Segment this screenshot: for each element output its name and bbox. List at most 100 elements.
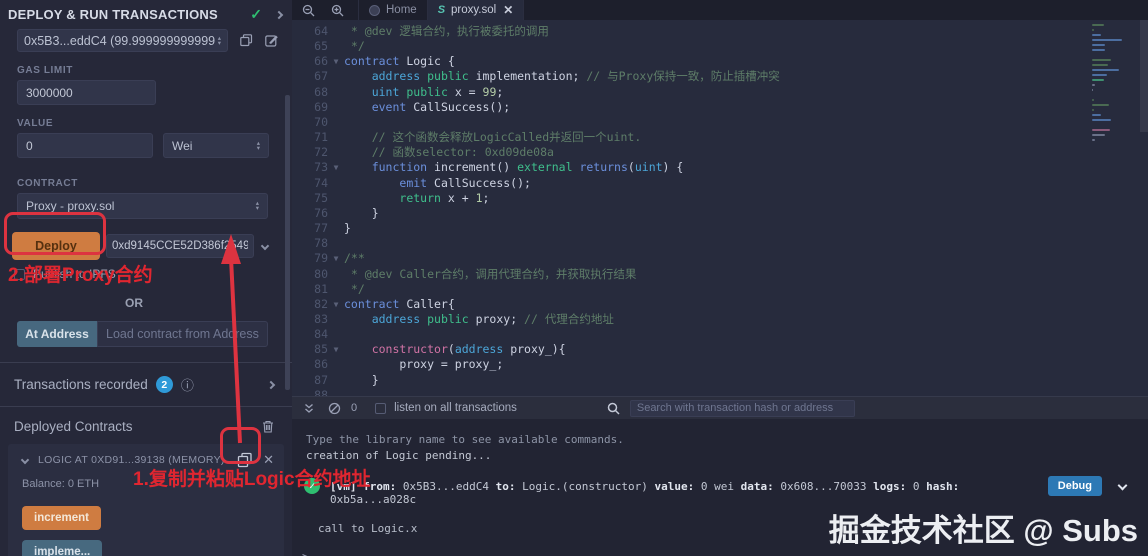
fold-chevron-icon[interactable]: ▼ — [328, 342, 344, 357]
code-line[interactable]: 82 ▼ contract Caller{ — [292, 297, 1148, 312]
fold-chevron-icon[interactable]: ▼ — [328, 160, 344, 175]
tx-success-check-icon: ✓ — [304, 478, 320, 494]
publish-ipfs-checkbox[interactable] — [14, 268, 25, 280]
tab-home-label: Home — [386, 4, 417, 16]
code-line[interactable]: 74 emit CallSuccess(); — [292, 176, 1148, 191]
code-line[interactable]: 72 // 函数selector: 0xd09de08a — [292, 145, 1148, 160]
terminal-header: 0 listen on all transactions — [292, 396, 1148, 419]
copy-account-icon[interactable] — [240, 34, 253, 47]
at-address-input[interactable] — [97, 321, 268, 347]
account-select[interactable]: 0x5B3...eddC4 (99.9999999999998 ▴ ▾ — [17, 29, 228, 52]
deployed-contracts-label: Deployed Contracts — [14, 419, 133, 434]
code-line[interactable]: 69 event CallSuccess(); — [292, 100, 1148, 115]
info-icon[interactable]: ⓘ — [181, 375, 194, 394]
terminal-search-input[interactable] — [629, 399, 855, 417]
code-line[interactable]: 68 uint public x = 99; — [292, 85, 1148, 100]
contract-select[interactable]: Proxy - proxy.sol ▴ ▾ — [17, 193, 268, 219]
collapse-panel-chevron-icon[interactable] — [274, 10, 284, 19]
edit-account-icon[interactable] — [265, 34, 279, 47]
deploy-address-input[interactable] — [106, 234, 254, 258]
transactions-count-badge: 2 — [155, 376, 173, 393]
code-line[interactable]: 84 — [292, 327, 1148, 342]
copy-contract-address-icon[interactable] — [237, 452, 253, 468]
code-line[interactable]: 76 } — [292, 206, 1148, 221]
expand-terminal-icon[interactable] — [304, 403, 314, 414]
zoom-out-icon[interactable] — [302, 4, 315, 17]
increment-function-button[interactable]: increment — [22, 506, 101, 530]
close-tab-icon[interactable]: ✕ — [503, 3, 513, 17]
gas-limit-label: GAS LIMIT — [17, 65, 73, 76]
editor-scrollbar[interactable] — [1140, 20, 1148, 132]
zoom-in-icon[interactable] — [331, 4, 344, 17]
listen-all-transactions-label: listen on all transactions — [394, 402, 517, 414]
listen-all-transactions-checkbox[interactable] — [375, 402, 387, 414]
account-value: 0x5B3...eddC4 (99.9999999999998 — [24, 33, 215, 48]
contract-label: CONTRACT — [17, 178, 78, 189]
value-label: VALUE — [17, 118, 54, 129]
code-line[interactable]: 80 * @dev Caller合约，调用代理合约，并获取执行结果 — [292, 267, 1148, 282]
transactions-expand-chevron-icon[interactable] — [266, 380, 276, 389]
contract-value: Proxy - proxy.sol — [26, 199, 115, 213]
fold-chevron-icon[interactable]: ▼ — [328, 54, 344, 69]
terminal-pending-line: creation of Logic pending... — [306, 449, 492, 462]
code-line[interactable]: 70 — [292, 115, 1148, 130]
value-unit: Wei — [172, 138, 193, 153]
balance-label: Balance: 0 ETH — [22, 478, 100, 490]
panel-scrollbar[interactable] — [285, 95, 290, 390]
transactions-recorded-label: Transactions recorded — [14, 377, 148, 392]
terminal-prompt[interactable]: > — [302, 550, 309, 556]
value-input[interactable] — [17, 133, 153, 158]
code-editor: Home S proxy.sol ✕ 64 * @dev 逻辑合约，执行被委托的… — [292, 0, 1148, 396]
code-line[interactable]: 64 * @dev 逻辑合约，执行被委托的调用 — [292, 24, 1148, 39]
fold-chevron-icon[interactable]: ▼ — [328, 297, 344, 312]
remove-contract-icon[interactable]: ✕ — [263, 452, 274, 468]
home-icon — [369, 4, 380, 16]
code-line[interactable]: 71 // 这个函数会释放LogicCalled并返回一个uint. — [292, 130, 1148, 145]
trash-icon[interactable] — [262, 420, 274, 433]
debug-button[interactable]: Debug — [1047, 476, 1102, 496]
code-line[interactable]: 73 ▼ function increment() external return… — [292, 160, 1148, 175]
deploy-expand-chevron-icon[interactable] — [260, 241, 270, 251]
account-stepper-icon: ▴ ▾ — [217, 34, 221, 47]
publish-ipfs-label: Publish to IPFS — [33, 267, 116, 281]
deployed-contract-title: LOGIC AT 0XD91...39138 (MEMORY) — [38, 454, 225, 466]
tab-home[interactable]: Home — [358, 0, 428, 20]
fold-chevron-icon[interactable]: ▼ — [328, 251, 344, 266]
deploy-button[interactable]: Deploy — [12, 232, 100, 260]
at-address-button[interactable]: At Address — [17, 321, 97, 347]
gas-limit-input[interactable] — [17, 80, 156, 105]
pending-tx-count: 0 — [351, 402, 358, 414]
search-icon — [607, 402, 620, 415]
terminal-hint-line: Type the library name to see available c… — [306, 433, 624, 446]
code-line[interactable]: 85 ▼ constructor(address proxy_){ — [292, 342, 1148, 357]
tab-proxy-sol[interactable]: S proxy.sol ✕ — [427, 0, 525, 20]
code-line[interactable]: 79 ▼/** — [292, 251, 1148, 266]
code-line[interactable]: 83 address public proxy; // 代理合约地址 — [292, 312, 1148, 327]
transaction-log-row[interactable]: ✓ [vm] from: 0x5B3...eddC4 to: Logic.(co… — [304, 476, 1148, 506]
contract-stepper-icon: ▴ ▾ — [255, 200, 259, 212]
panel-title: DEPLOY & RUN TRANSACTIONS — [8, 7, 218, 22]
code-line[interactable]: 87 } — [292, 373, 1148, 388]
tx-expand-chevron-icon[interactable] — [1117, 480, 1128, 491]
code-line[interactable]: 66 ▼ contract Logic { — [292, 54, 1148, 69]
code-line[interactable]: 75 return x + 1; — [292, 191, 1148, 206]
code-line[interactable]: 81 */ — [292, 282, 1148, 297]
or-label: OR — [125, 296, 143, 310]
value-unit-select[interactable]: Wei ▴ ▾ — [163, 133, 269, 158]
deploy-run-panel: DEPLOY & RUN TRANSACTIONS ✓ 0x5B3...eddC… — [0, 0, 292, 556]
code-line[interactable]: 86 proxy = proxy_; — [292, 357, 1148, 372]
tab-proxy-sol-label: proxy.sol — [451, 4, 497, 16]
editor-minimap[interactable] — [1092, 24, 1138, 149]
code-line[interactable]: 65 */ — [292, 39, 1148, 54]
transactions-recorded-row[interactable]: Transactions recorded 2 ⓘ — [0, 363, 292, 406]
contract-collapse-chevron-icon[interactable] — [20, 455, 30, 465]
code-line[interactable]: 77} — [292, 221, 1148, 236]
editor-tabbar: Home S proxy.sol ✕ — [292, 0, 1148, 20]
clear-console-icon[interactable] — [328, 402, 341, 415]
code-line[interactable]: 78 — [292, 236, 1148, 251]
code-line[interactable]: 88 — [292, 388, 1148, 396]
code-area[interactable]: 64 * @dev 逻辑合约，执行被委托的调用 65 */66 ▼ contract … — [292, 20, 1148, 396]
tx-summary-text: [vm] from: 0x5B3...eddC4 to: Logic.(cons… — [330, 480, 960, 506]
code-line[interactable]: 67 address public implementation; // 与Pr… — [292, 69, 1148, 84]
implementation-function-button[interactable]: impleme... — [22, 540, 103, 556]
